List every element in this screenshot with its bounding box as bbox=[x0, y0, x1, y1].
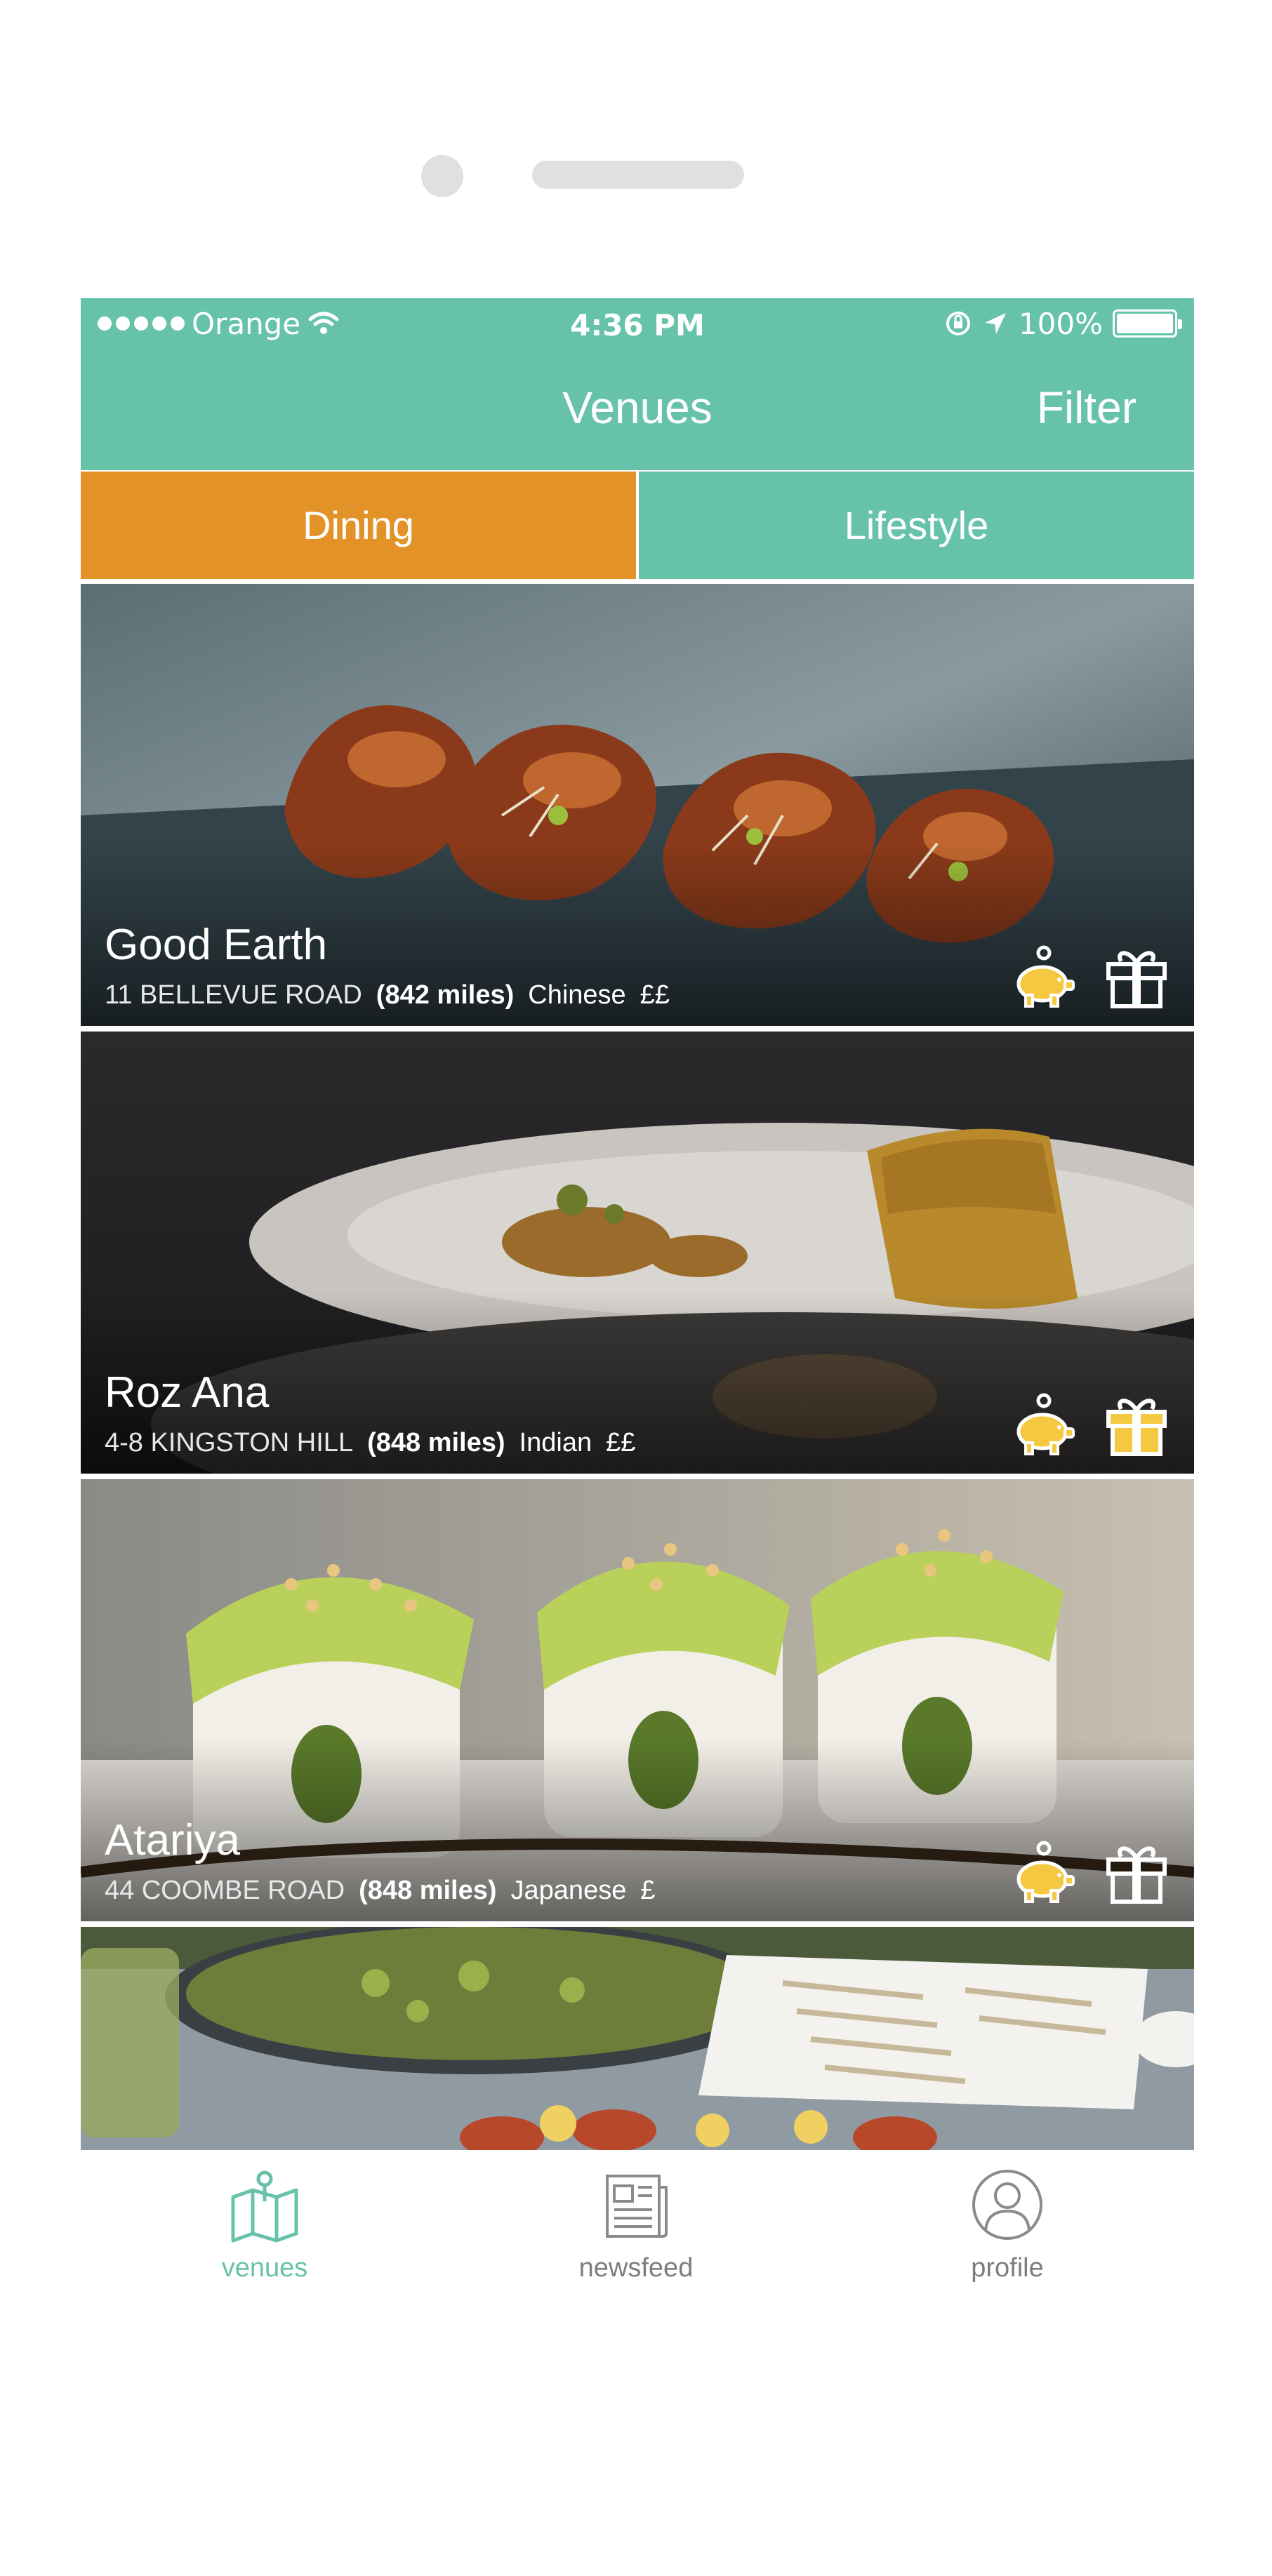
venue-address: 4-8 KINGSTON HILL bbox=[105, 1428, 354, 1457]
app-screen: Orange 4:36 PM 100% Venues Filter Dining… bbox=[81, 298, 1194, 2302]
venue-perk-icons bbox=[1007, 1389, 1173, 1462]
piggy-bank-icon[interactable] bbox=[1007, 1389, 1080, 1462]
gift-icon[interactable] bbox=[1100, 1837, 1173, 1910]
venue-distance: (848 miles) bbox=[367, 1428, 505, 1457]
tab-label: newsfeed bbox=[578, 2253, 694, 2283]
venue-card[interactable] bbox=[81, 1927, 1194, 2150]
tab-label: venues bbox=[221, 2253, 308, 2283]
page-title: Venues bbox=[562, 382, 713, 433]
filter-button[interactable]: Filter bbox=[1037, 382, 1137, 434]
gift-icon[interactable] bbox=[1100, 1389, 1173, 1462]
tab-label: profile bbox=[971, 2253, 1044, 2283]
newspaper-icon bbox=[606, 2175, 668, 2238]
venue-name: Roz Ana bbox=[105, 1368, 270, 1417]
category-segments: Dining Lifestyle bbox=[81, 472, 1194, 579]
status-right: 100% bbox=[944, 306, 1182, 341]
venue-address: 11 BELLEVUE ROAD bbox=[105, 980, 362, 1010]
venue-price: ££ bbox=[640, 980, 670, 1010]
venue-address: 44 COOMBE ROAD bbox=[105, 1876, 345, 1905]
venue-card[interactable]: Atariya 44 COOMBE ROAD (848 miles) Japan… bbox=[81, 1479, 1194, 1921]
venue-perk-icons bbox=[1007, 1837, 1173, 1910]
segment-dining[interactable]: Dining bbox=[81, 472, 636, 579]
venue-name: Atariya bbox=[105, 1816, 240, 1864]
tab-bar: venues newsfeed profile bbox=[0, 2152, 1272, 2335]
venue-distance: (848 miles) bbox=[359, 1876, 497, 1905]
venue-name: Good Earth bbox=[105, 921, 328, 969]
tab-newsfeed[interactable]: newsfeed bbox=[531, 2152, 741, 2321]
venue-details: 4-8 KINGSTON HILL (848 miles) Indian ££ bbox=[105, 1428, 635, 1458]
venue-photo bbox=[81, 1927, 1194, 2150]
venue-cuisine: Indian bbox=[519, 1428, 592, 1457]
device-frame-top bbox=[0, 0, 1272, 298]
piggy-bank-icon[interactable] bbox=[1007, 942, 1080, 1015]
navigation-bar: Venues Filter bbox=[81, 351, 1194, 470]
battery-icon bbox=[1113, 309, 1182, 338]
segment-lifestyle[interactable]: Lifestyle bbox=[639, 472, 1194, 579]
venue-details: 44 COOMBE ROAD (848 miles) Japanese £ bbox=[105, 1876, 655, 1906]
venue-cuisine: Chinese bbox=[528, 980, 626, 1010]
status-bar: Orange 4:36 PM 100% bbox=[81, 298, 1194, 351]
venue-card[interactable]: Roz Ana 4-8 KINGSTON HILL (848 miles) In… bbox=[81, 1032, 1194, 1474]
speaker-grille bbox=[532, 161, 744, 189]
venue-details: 11 BELLEVUE ROAD (842 miles) Chinese ££ bbox=[105, 980, 670, 1010]
gift-icon[interactable] bbox=[1100, 942, 1173, 1015]
venue-card[interactable]: Good Earth 11 BELLEVUE ROAD (842 miles) … bbox=[81, 584, 1194, 1026]
profile-icon bbox=[972, 2170, 1042, 2240]
piggy-bank-icon[interactable] bbox=[1007, 1837, 1080, 1910]
venue-price: ££ bbox=[606, 1428, 636, 1457]
camera-dot bbox=[421, 155, 463, 197]
battery-percent: 100% bbox=[1018, 306, 1103, 341]
tab-venues[interactable]: venues bbox=[159, 2152, 370, 2321]
location-arrow-icon bbox=[984, 313, 1006, 334]
venue-distance: (842 miles) bbox=[376, 980, 515, 1010]
map-icon bbox=[231, 2170, 298, 2243]
venue-cuisine: Japanese bbox=[510, 1876, 627, 1905]
rotation-lock-icon bbox=[946, 312, 970, 335]
tab-profile[interactable]: profile bbox=[902, 2152, 1113, 2321]
venue-perk-icons bbox=[1007, 942, 1173, 1015]
venue-price: £ bbox=[640, 1876, 656, 1905]
